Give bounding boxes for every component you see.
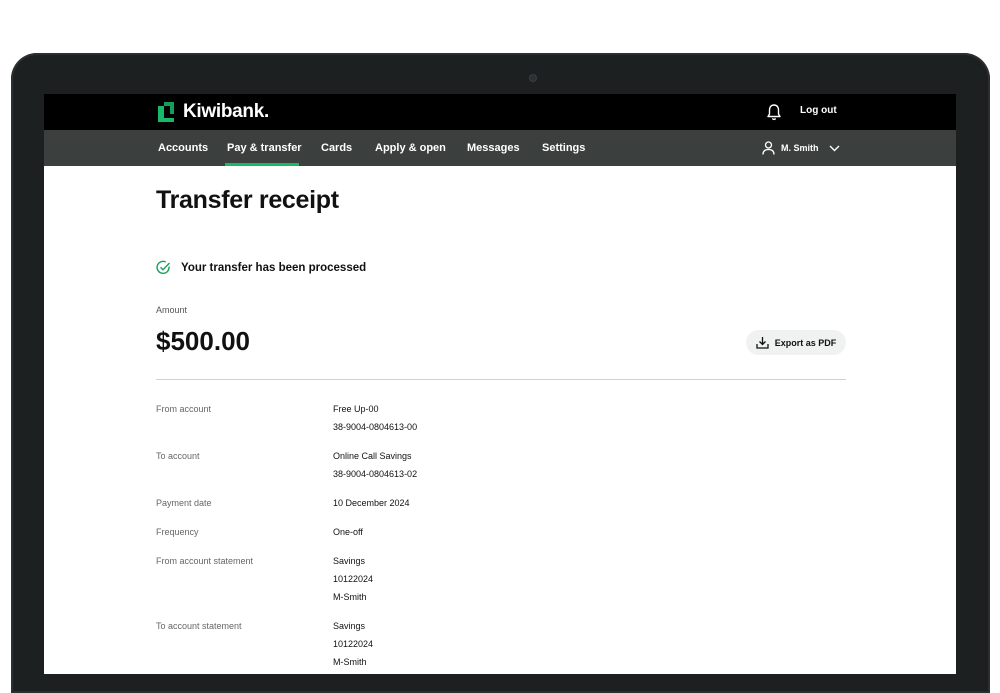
detail-value-line: 38-9004-0804613-00 <box>333 422 418 432</box>
brand-name: Kiwibank. <box>183 101 269 122</box>
main-nav: Accounts Pay & transfer Cards Apply & op… <box>44 130 956 166</box>
camera-dot <box>529 74 537 82</box>
detail-value-line: Free Up-00 <box>333 404 379 414</box>
page-title: Transfer receipt <box>156 186 339 214</box>
status-message: Your transfer has been processed <box>156 260 366 275</box>
nav-item-apply-open[interactable]: Apply & open <box>375 130 446 166</box>
user-menu[interactable]: M. Smith <box>762 140 840 156</box>
detail-label: To account statement <box>156 621 242 631</box>
detail-value: Savings 10122024 M-Smith <box>333 552 373 606</box>
status-text: Your transfer has been processed <box>181 261 367 274</box>
detail-label: From account <box>156 404 212 414</box>
detail-value-line: Savings <box>333 556 366 566</box>
nav-item-cards[interactable]: Cards <box>321 130 352 166</box>
download-icon <box>756 337 769 349</box>
detail-value-line: M-Smith <box>333 657 367 667</box>
kiwibank-logo-icon <box>158 102 174 122</box>
detail-label: Frequency <box>156 527 199 537</box>
detail-value-line: Savings <box>333 621 366 631</box>
detail-value-line: 10122024 <box>333 639 374 649</box>
detail-value-line: One-off <box>333 527 363 537</box>
detail-label: From account statement <box>156 556 254 566</box>
divider <box>156 379 846 380</box>
logout-link[interactable]: Log out <box>800 105 837 116</box>
nav-item-settings[interactable]: Settings <box>542 130 585 166</box>
detail-label: To account <box>156 451 200 461</box>
detail-value: Savings 10122024 M-Smith <box>333 617 373 671</box>
detail-value: 10 December 2024 <box>333 494 410 512</box>
chevron-down-icon <box>829 145 839 151</box>
browser-screen: Kiwibank. Log out Accounts Pay & transfe… <box>44 94 956 674</box>
detail-label: Payment date <box>156 498 212 508</box>
top-bar: Kiwibank. Log out <box>44 94 956 130</box>
nav-item-accounts[interactable]: Accounts <box>158 130 208 166</box>
detail-value-line: 10122024 <box>333 574 374 584</box>
user-icon <box>762 141 775 155</box>
detail-value: Online Call Savings 38-9004-0804613-02 <box>333 447 417 483</box>
detail-value-line: 38-9004-0804613-02 <box>333 469 418 479</box>
check-circle-icon <box>156 260 171 275</box>
export-pdf-label: Export as PDF <box>774 337 837 348</box>
brand-logo[interactable]: Kiwibank. <box>156 101 269 122</box>
nav-item-pay-transfer[interactable]: Pay & transfer <box>227 130 302 166</box>
active-tab-indicator <box>225 163 299 166</box>
detail-value: One-off <box>333 523 363 541</box>
nav-item-messages[interactable]: Messages <box>467 130 520 166</box>
bell-icon[interactable] <box>766 103 782 121</box>
detail-value-line: Online Call Savings <box>333 451 412 461</box>
detail-value: Free Up-00 38-9004-0804613-00 <box>333 400 417 436</box>
amount-label: Amount <box>156 305 188 315</box>
export-pdf-button[interactable]: Export as PDF <box>746 330 846 355</box>
amount-value: $500.00 <box>156 326 250 356</box>
detail-value-line: 10 December 2024 <box>333 498 410 508</box>
user-name: M. Smith <box>781 143 819 153</box>
detail-value-line: M-Smith <box>333 592 367 602</box>
